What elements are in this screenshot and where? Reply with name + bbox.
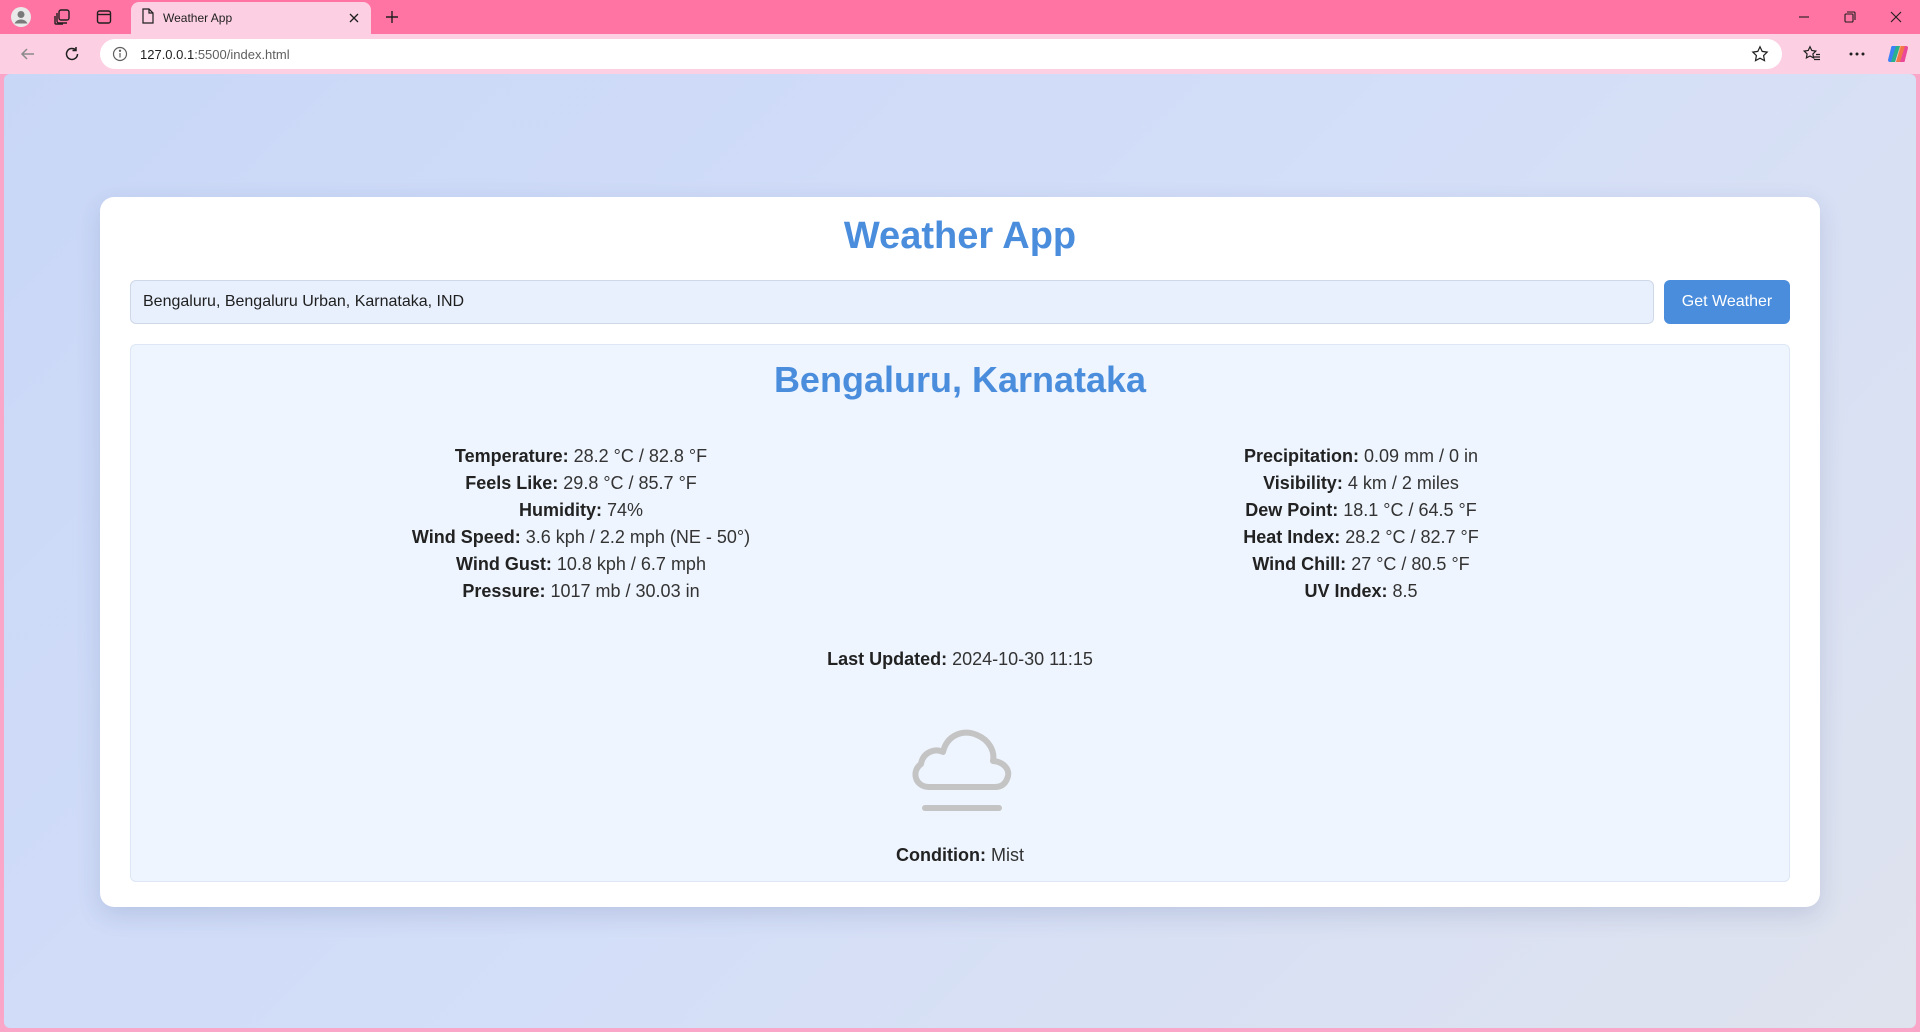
last-updated: Last Updated: 2024-10-30 11:15 [827, 649, 1093, 669]
close-window-icon[interactable] [1884, 5, 1908, 29]
detail-humidity: Humidity: 74% [518, 500, 644, 520]
weather-result-panel: Bengaluru, Karnataka Temperature: 28.2 °… [130, 344, 1790, 882]
url-host: 127.0.0.1 [140, 46, 195, 62]
detail-uv-index: UV Index: 8.5 [1304, 581, 1418, 601]
detail-wind-gust: Wind Gust: 10.8 kph / 6.7 mph [456, 554, 706, 574]
detail-wind-speed: Wind Speed: 3.6 kph / 2.2 mph (NE - 50°) [411, 527, 751, 547]
minimize-icon[interactable] [1792, 5, 1816, 29]
location-heading: Bengaluru, Karnataka [773, 359, 1147, 400]
url-text[interactable]: 127.0.0.1:5500/index.html [140, 47, 1750, 62]
page-icon [141, 7, 155, 29]
browser-toolbar: 127.0.0.1:5500/index.html [0, 34, 1920, 74]
profile-icon[interactable] [10, 6, 32, 28]
weather-details-right: Precipitation: 0.09 mm / 0 in Visibility… [1011, 443, 1711, 605]
more-menu-icon[interactable] [1845, 42, 1869, 66]
detail-precipitation: Precipitation: 0.09 mm / 0 in [1243, 446, 1479, 466]
new-tab-icon[interactable] [381, 6, 403, 28]
site-info-icon[interactable] [112, 46, 128, 62]
weather-card: Weather App Get Weather Bengaluru, Karna… [100, 197, 1820, 907]
tab-title: Weather App [163, 11, 233, 25]
workspaces-icon[interactable] [51, 6, 73, 28]
favorites-icon[interactable] [1800, 42, 1824, 66]
location-search-input[interactable] [130, 280, 1654, 324]
restore-icon[interactable] [1838, 5, 1862, 29]
detail-wind-chill: Wind Chill: 27 °C / 80.5 °F [1252, 554, 1470, 574]
get-weather-button[interactable]: Get Weather [1664, 280, 1790, 324]
copilot-icon[interactable] [1886, 42, 1910, 66]
detail-dew-point: Dew Point: 18.1 °C / 64.5 °F [1245, 500, 1477, 520]
back-icon[interactable] [16, 42, 40, 66]
weather-details-left: Temperature: 28.2 °C / 82.8 °F Feels Lik… [231, 443, 931, 605]
address-bar[interactable]: 127.0.0.1:5500/index.html [100, 39, 1782, 69]
app-title: Weather App [843, 215, 1077, 257]
tab-actions-icon[interactable] [93, 6, 115, 28]
condition-text: Condition: Mist [896, 845, 1024, 865]
detail-visibility: Visibility: 4 km / 2 miles [1263, 473, 1459, 493]
favorite-star-icon[interactable] [1750, 44, 1770, 64]
detail-pressure: Pressure: 1017 mb / 30.03 in [462, 581, 700, 601]
page-viewport: Weather App Get Weather Bengaluru, Karna… [4, 74, 1916, 1028]
refresh-icon[interactable] [60, 42, 84, 66]
tab-weather-app[interactable]: Weather App [131, 2, 371, 34]
detail-temperature: Temperature: 28.2 °C / 82.8 °F [454, 446, 708, 466]
close-tab-icon[interactable] [345, 9, 363, 27]
browser-tab-bar: Weather App [0, 0, 1920, 34]
detail-heat-index: Heat Index: 28.2 °C / 82.7 °F [1243, 527, 1479, 547]
mist-cloud-icon [907, 719, 1017, 825]
detail-feels-like: Feels Like: 29.8 °C / 85.7 °F [465, 473, 697, 493]
url-path: :5500/index.html [194, 46, 290, 62]
